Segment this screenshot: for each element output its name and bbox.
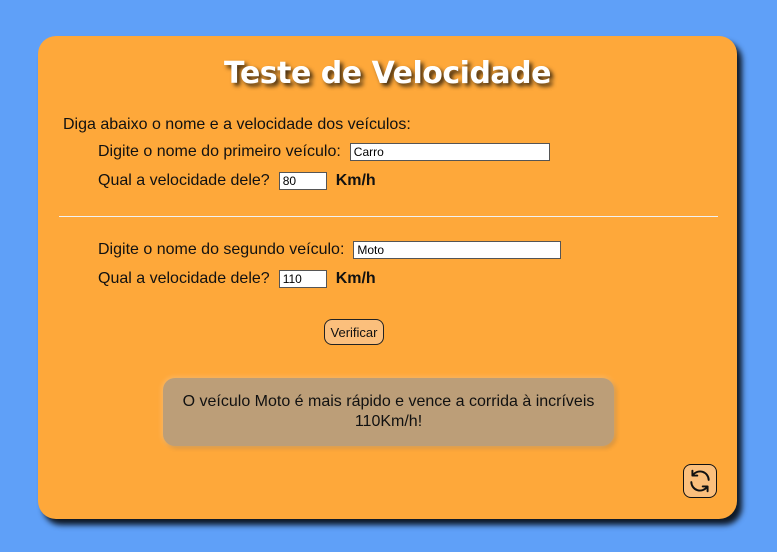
refresh-icon	[690, 469, 710, 493]
vehicle2-speed-unit: Km/h	[335, 270, 376, 287]
vehicle1-speed-label: Qual a velocidade dele?	[98, 172, 270, 189]
speed-test-card: Teste de Velocidade Diga abaixo o nome e…	[38, 36, 737, 519]
vehicle1-speed-input[interactable]	[278, 172, 327, 190]
reset-button[interactable]	[683, 464, 717, 498]
vehicle2-name-row: Digite o nome do segundo veículo:	[98, 241, 562, 259]
result-message: O veículo Moto é mais rápido e vence a c…	[163, 378, 614, 446]
vehicle2-speed-row: Qual a velocidade dele? Km/h	[98, 270, 376, 288]
vehicle1-name-input[interactable]	[349, 143, 550, 161]
intro-text: Diga abaixo o nome e a velocidade dos ve…	[63, 116, 411, 133]
vehicle2-name-input[interactable]	[353, 241, 562, 259]
vehicle1-name-row: Digite o nome do primeiro veículo:	[98, 143, 550, 161]
vehicle2-name-label: Digite o nome do segundo veículo:	[98, 241, 345, 258]
section-divider	[59, 216, 718, 217]
vehicle2-speed-label: Qual a velocidade dele?	[98, 270, 270, 287]
vehicle1-speed-unit: Km/h	[335, 172, 376, 189]
vehicle1-speed-row: Qual a velocidade dele? Km/h	[98, 172, 376, 190]
vehicle2-speed-input[interactable]	[278, 270, 327, 288]
vehicle1-name-label: Digite o nome do primeiro veículo:	[98, 143, 341, 160]
verify-button[interactable]: Verificar	[324, 319, 384, 345]
page-title: Teste de Velocidade	[223, 56, 552, 91]
